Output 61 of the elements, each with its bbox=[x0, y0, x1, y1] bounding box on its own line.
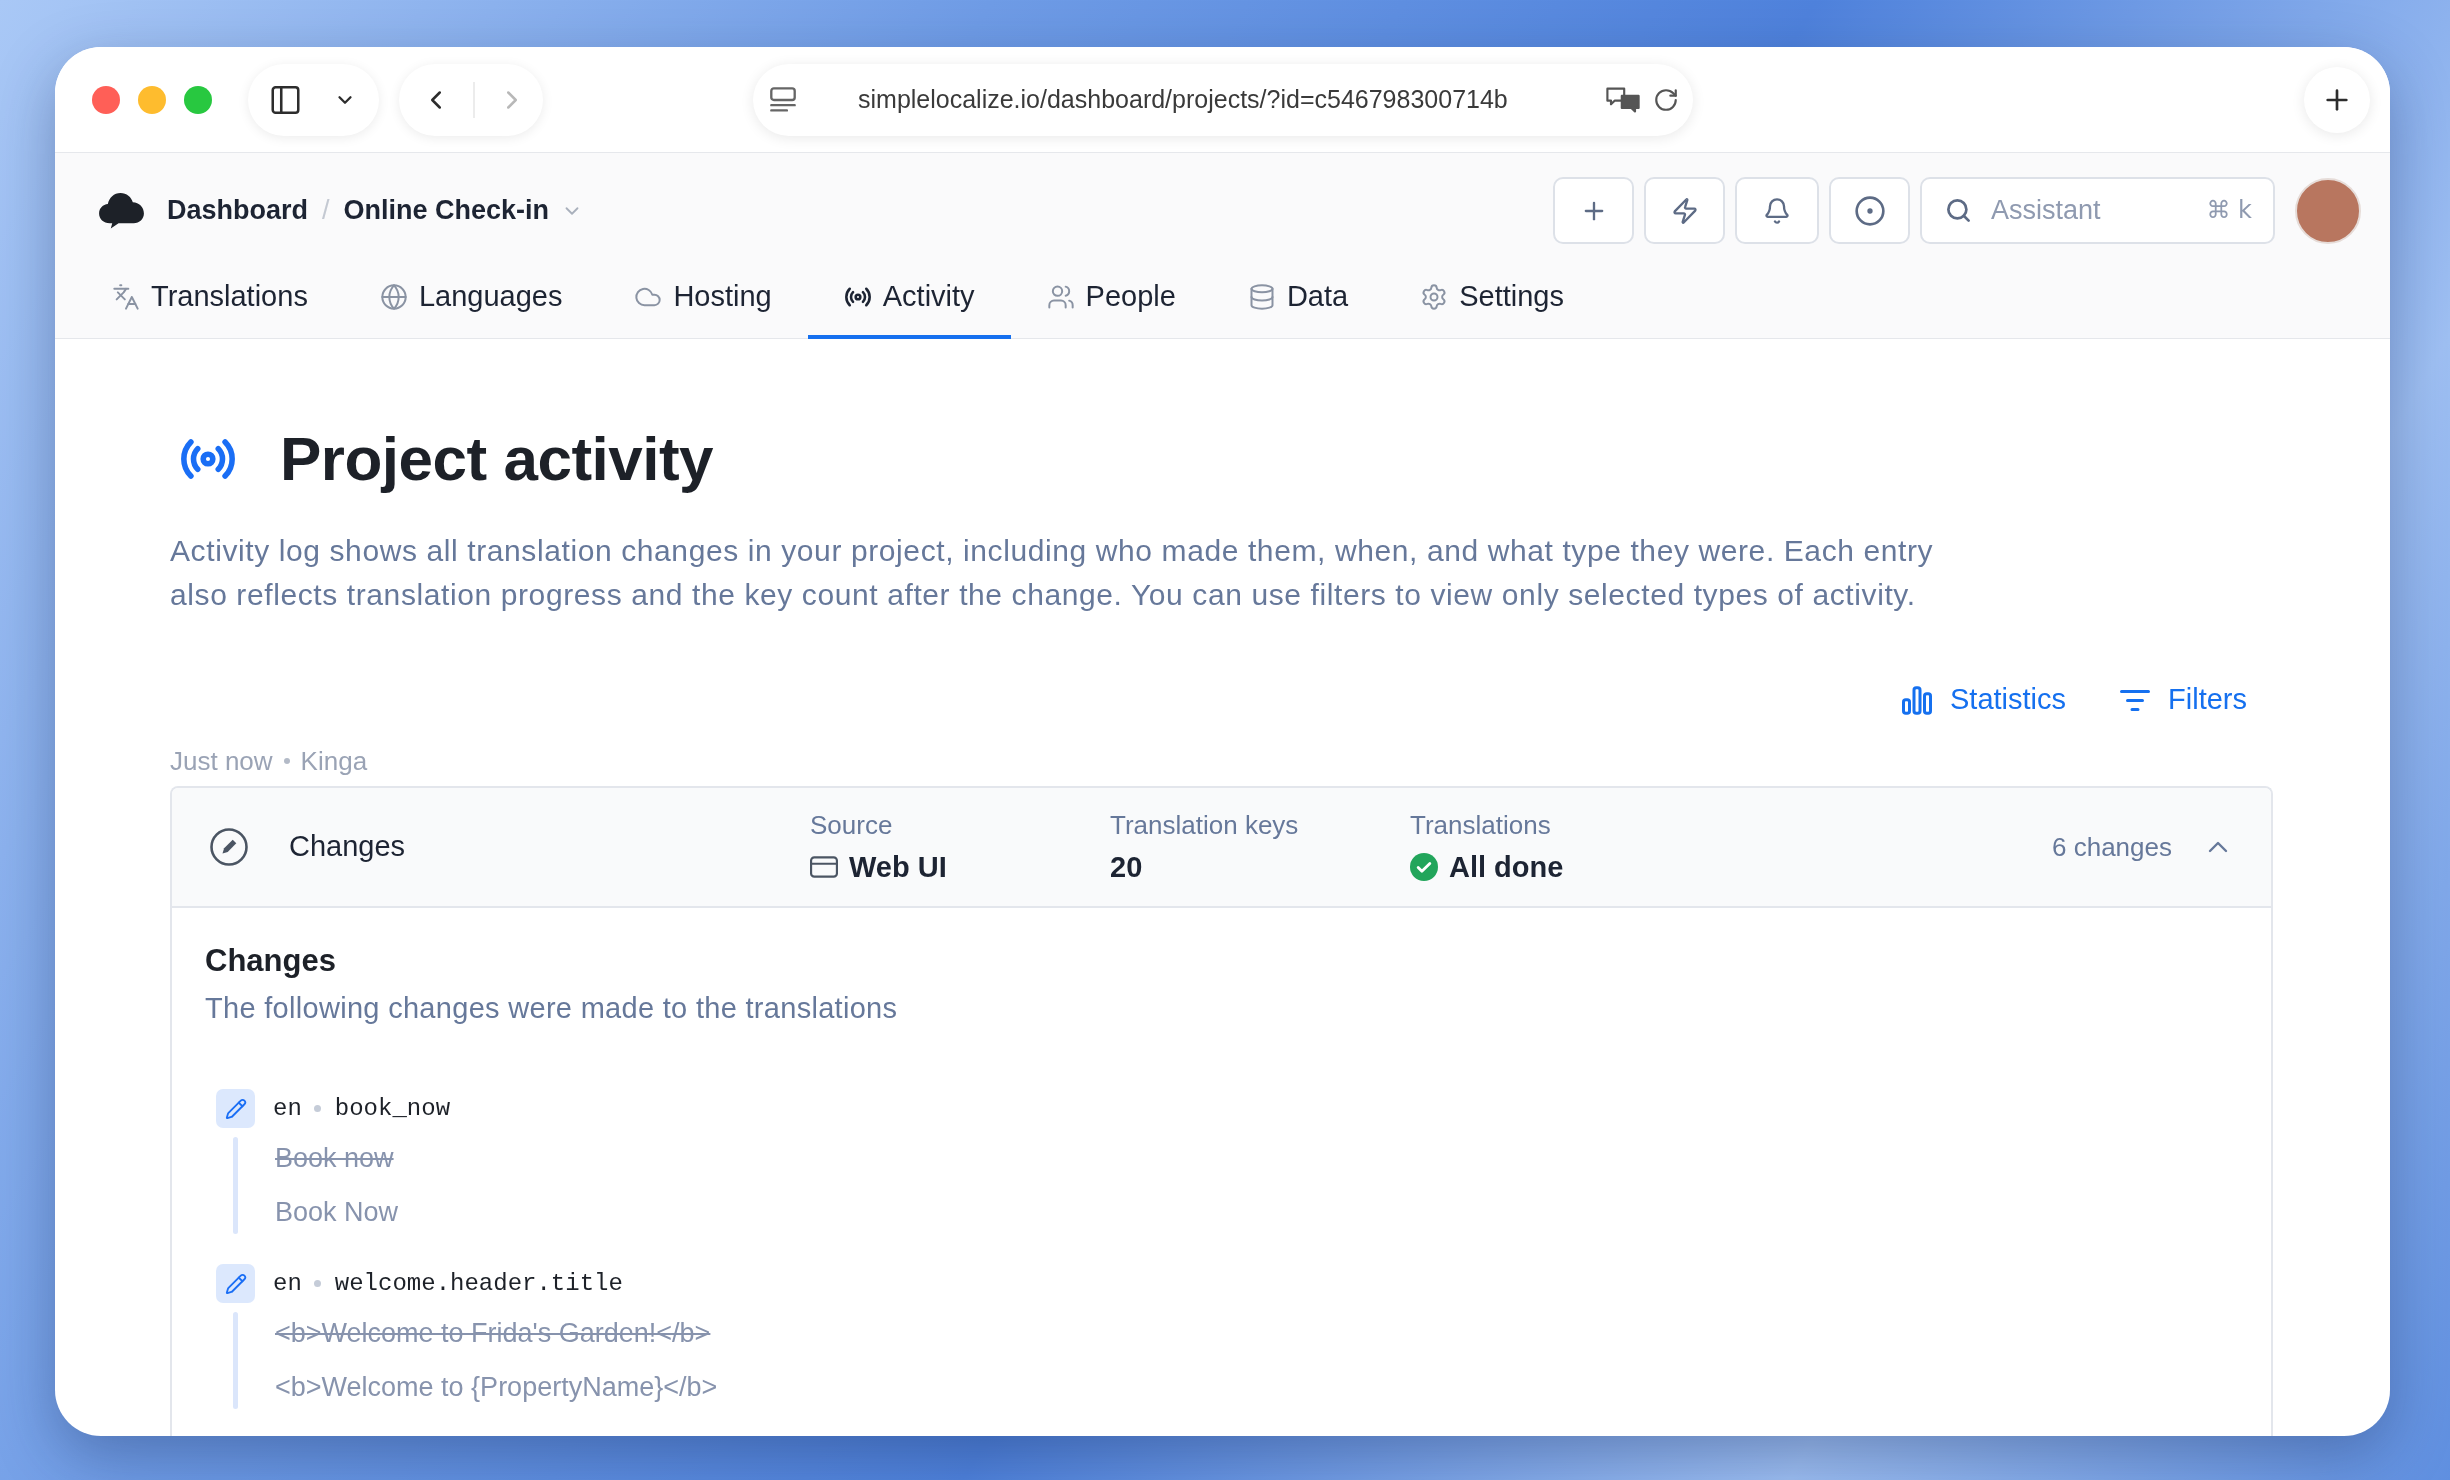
globe-icon bbox=[379, 282, 408, 311]
language-code: en bbox=[273, 1093, 302, 1124]
translate-bubbles-icon[interactable] bbox=[1605, 85, 1641, 114]
old-translation: <b>Welcome to Frida's Garden!</b> bbox=[275, 1317, 711, 1350]
toolbar-action-button[interactable]: Filters bbox=[2120, 678, 2247, 722]
browser-window-icon bbox=[810, 856, 838, 878]
tab[interactable]: Activity bbox=[807, 258, 1011, 339]
translate-icon bbox=[112, 282, 140, 311]
tab[interactable]: Hosting bbox=[598, 258, 808, 339]
settings-icon bbox=[1420, 282, 1449, 311]
new-translation: Book Now bbox=[275, 1196, 399, 1229]
pencil-tile-icon bbox=[216, 1089, 255, 1128]
old-translation: Book now bbox=[275, 1142, 394, 1175]
record-button[interactable] bbox=[1829, 177, 1910, 244]
tab[interactable]: Languages bbox=[343, 258, 599, 339]
quick-actions-button[interactable] bbox=[1644, 177, 1725, 244]
field-label: Source bbox=[810, 809, 894, 842]
bar-chart-icon bbox=[1902, 685, 1932, 715]
details-title: Changes bbox=[205, 942, 336, 980]
tab[interactable]: Translations bbox=[76, 258, 344, 339]
change-count: 6 changes bbox=[2052, 830, 2172, 864]
translation-key: welcome.header.title bbox=[334, 1265, 623, 1302]
field-label: Translations bbox=[1410, 809, 1552, 842]
pencil-tile-icon bbox=[216, 1264, 255, 1303]
address-bar[interactable]: simplelocalize.io/dashboard/projects/?id=c546798300714b bbox=[753, 63, 1693, 136]
project-name[interactable]: Online Check-in bbox=[343, 190, 550, 231]
notifications-button[interactable] bbox=[1735, 177, 1819, 244]
entry-title: Changes bbox=[289, 829, 406, 865]
zoom-window-icon[interactable] bbox=[184, 85, 212, 114]
filter-icon bbox=[2120, 689, 2151, 711]
breadcrumb-separator: / bbox=[322, 194, 330, 228]
keyboard-shortcut: ⌘ k bbox=[2206, 195, 2252, 225]
reload-icon[interactable] bbox=[1653, 86, 1679, 113]
field-value: 20 bbox=[1110, 850, 1143, 885]
tab[interactable]: Data bbox=[1211, 258, 1385, 339]
edit-circle-icon bbox=[209, 827, 249, 867]
details-subtitle: The following changes were made to the translations bbox=[205, 991, 898, 1026]
page-description: Activity log shows all translation changes in your project, including who made them, when, and what type they were. Each entry also reflects translation progress and the key count after the change. You can use filters to view only selected types of activity. bbox=[170, 533, 1935, 613]
check-circle-icon bbox=[1410, 853, 1438, 881]
record-icon bbox=[1853, 194, 1886, 227]
close-window-icon[interactable] bbox=[92, 85, 120, 114]
activity-card-header[interactable]: Changes Source Web UI Translation keys 20 Translations All done 6 changes bbox=[172, 788, 2271, 908]
page-title: Project activity bbox=[280, 423, 714, 495]
url-text: simplelocalize.io/dashboard/projects/?id=c546798300714b bbox=[858, 83, 1508, 115]
field-value: All done bbox=[1449, 850, 1564, 885]
lightning-icon bbox=[1670, 196, 1699, 225]
page-icon bbox=[770, 86, 796, 113]
bell-icon bbox=[1763, 196, 1791, 225]
search-icon bbox=[1945, 197, 1972, 224]
language-code: en bbox=[273, 1268, 302, 1299]
field-label: Translation keys bbox=[1110, 809, 1300, 842]
breadcrumb-link[interactable]: Dashboard bbox=[167, 190, 309, 231]
new-translation: <b>Welcome to {PropertyName}</b> bbox=[275, 1371, 718, 1404]
author-name: Kinga bbox=[300, 744, 368, 778]
tab[interactable]: Settings bbox=[1384, 258, 1600, 339]
activity-time: Just now bbox=[170, 744, 273, 778]
field-value: Web UI bbox=[849, 850, 947, 885]
toolbar-action-button[interactable]: Statistics bbox=[1902, 678, 2067, 722]
tab[interactable]: People bbox=[1010, 258, 1212, 339]
cloud-logo-icon[interactable] bbox=[98, 191, 145, 230]
translation-key: book_now bbox=[334, 1090, 451, 1127]
